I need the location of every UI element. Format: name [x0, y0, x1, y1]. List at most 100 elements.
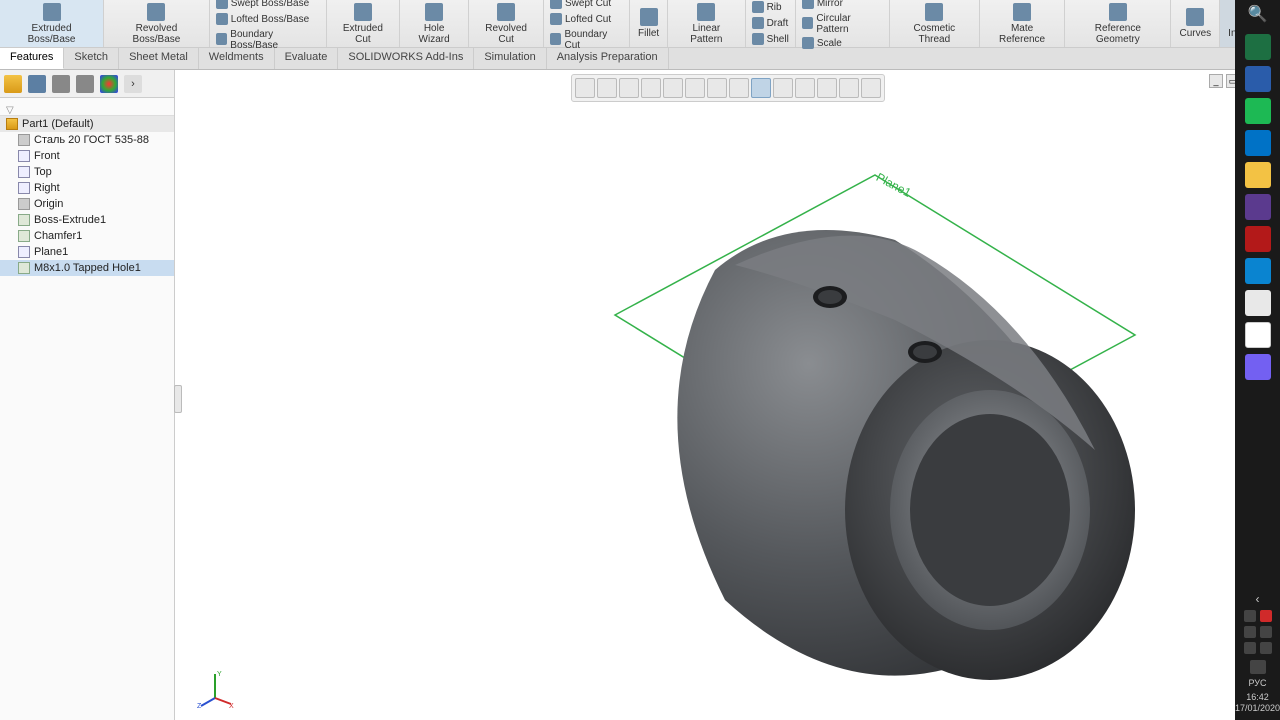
sidebar-splitter[interactable]	[174, 385, 182, 413]
cut-small-group: Swept Cut Lofted Cut Boundary Cut	[544, 0, 630, 47]
view-misc3-button[interactable]	[861, 78, 881, 98]
lofted-cut-button[interactable]: Lofted Cut	[548, 12, 625, 28]
spotify-app-icon[interactable]	[1245, 98, 1271, 124]
tray-network-icon[interactable]	[1244, 626, 1256, 638]
configuration-manager-tab-icon[interactable]	[52, 75, 70, 93]
zoom-area-button[interactable]	[619, 78, 639, 98]
extruded-cut-button[interactable]: Extruded Cut	[327, 0, 400, 47]
file-explorer-app-icon[interactable]	[1245, 162, 1271, 188]
tab-weldments[interactable]: Weldments	[199, 48, 275, 69]
cosmetic-thread-button[interactable]: Cosmetic Thread	[890, 0, 980, 47]
circular-pattern-button[interactable]: Circular Pattern	[800, 12, 885, 36]
system-tray: ‹ РУС 16:42 17/01/2020	[1235, 592, 1280, 720]
tray-onedrive-icon[interactable]	[1260, 642, 1272, 654]
chrome-app-icon[interactable]	[1245, 322, 1271, 348]
tree-item-boss-extrude[interactable]: Boss-Extrude1	[0, 212, 174, 228]
tree-item-label: Chamfer1	[34, 230, 82, 242]
shell-button[interactable]: Shell	[750, 32, 791, 48]
tab-sheet-metal[interactable]: Sheet Metal	[119, 48, 199, 69]
rib-button[interactable]: Rib	[750, 0, 791, 16]
doc-min-button[interactable]: _	[1209, 74, 1223, 88]
tree-item-label: Right	[34, 182, 60, 194]
tree-item-top[interactable]: Top	[0, 164, 174, 180]
mate-reference-button[interactable]: Mate Reference	[980, 0, 1065, 47]
taskbar-clock[interactable]: 16:42 17/01/2020	[1235, 692, 1280, 714]
opera-app-icon[interactable]	[1245, 290, 1271, 316]
tree-item-tapped-hole[interactable]: M8x1.0 Tapped Hole1	[0, 260, 174, 276]
lofted-boss-button[interactable]: Lofted Boss/Base	[214, 12, 322, 28]
previous-view-button[interactable]	[641, 78, 661, 98]
tree-item-right[interactable]: Right	[0, 180, 174, 196]
tree-item-front[interactable]: Front	[0, 148, 174, 164]
ribbon: Extruded Boss/Base Revolved Boss/Base Sw…	[0, 0, 1280, 48]
photos-app-icon[interactable]	[1245, 194, 1271, 220]
solidworks-app-icon[interactable]	[1245, 226, 1271, 252]
input-language[interactable]: РУС	[1248, 678, 1266, 688]
viber-app-icon[interactable]	[1245, 354, 1271, 380]
feature-tree-tab-icon[interactable]	[4, 75, 22, 93]
feature-manager-tabs: ›	[0, 70, 174, 98]
fillet-button[interactable]: Fillet	[630, 0, 668, 47]
calendar-app-icon[interactable]	[1245, 66, 1271, 92]
tray-action-center-icon[interactable]	[1250, 660, 1266, 674]
heads-up-view-toolbar	[571, 74, 885, 102]
hide-show-button[interactable]	[707, 78, 727, 98]
tab-analysis-prep[interactable]: Analysis Preparation	[547, 48, 669, 69]
zoom-fit-button[interactable]	[597, 78, 617, 98]
circular-pattern-icon	[802, 17, 814, 29]
swept-boss-button[interactable]: Swept Boss/Base	[214, 0, 322, 12]
extruded-boss-button[interactable]: Extruded Boss/Base	[0, 0, 104, 47]
search-icon[interactable]: 🔍	[1246, 4, 1270, 28]
swept-cut-button[interactable]: Swept Cut	[548, 0, 625, 12]
display-manager-tab-icon[interactable]	[100, 75, 118, 93]
reference-geometry-button[interactable]: Reference Geometry	[1065, 0, 1171, 47]
tree-filter[interactable]: ▽	[0, 98, 174, 116]
dimxpert-tab-icon[interactable]	[76, 75, 94, 93]
tab-evaluate[interactable]: Evaluate	[275, 48, 339, 69]
extruded-boss-icon	[43, 3, 61, 21]
curves-button[interactable]: Curves	[1171, 0, 1220, 47]
hole-wizard-button[interactable]: Hole Wizard	[400, 0, 469, 47]
tray-icon[interactable]	[1244, 610, 1256, 622]
excel-app-icon[interactable]	[1245, 34, 1271, 60]
tree-item-chamfer[interactable]: Chamfer1	[0, 228, 174, 244]
tree-root[interactable]: Part1 (Default)	[0, 116, 174, 132]
scale-button[interactable]: Scale	[800, 36, 885, 52]
view-misc-button[interactable]	[817, 78, 837, 98]
outlook-app-icon[interactable]	[1245, 130, 1271, 156]
tree-item-origin[interactable]: Origin	[0, 196, 174, 212]
edge-app-icon[interactable]	[1245, 258, 1271, 284]
plane-icon	[18, 246, 30, 258]
view-orientation-button[interactable]	[575, 78, 595, 98]
view-cube-button[interactable]	[795, 78, 815, 98]
tree-item-label: Сталь 20 ГОСТ 535-88	[34, 134, 149, 146]
tree-item-material[interactable]: Сталь 20 ГОСТ 535-88	[0, 132, 174, 148]
tab-simulation[interactable]: Simulation	[474, 48, 546, 69]
section-view-button[interactable]	[663, 78, 683, 98]
tray-chevron-icon[interactable]: ‹	[1256, 592, 1260, 606]
tab-sketch[interactable]: Sketch	[64, 48, 119, 69]
view-settings-button[interactable]	[773, 78, 793, 98]
graphics-viewport[interactable]: _ ▭ □ ×	[175, 70, 1280, 720]
revolved-cut-button[interactable]: Revolved Cut	[469, 0, 544, 47]
view-misc2-button[interactable]	[839, 78, 859, 98]
tray-record-icon[interactable]	[1260, 610, 1272, 622]
coordinate-triad[interactable]: Y Z X	[195, 668, 235, 708]
display-style-button[interactable]	[685, 78, 705, 98]
draft-button[interactable]: Draft	[750, 16, 791, 32]
tree-item-plane1[interactable]: Plane1	[0, 244, 174, 260]
revolved-boss-icon	[147, 3, 165, 21]
edit-appearance-button[interactable]	[729, 78, 749, 98]
tab-addins[interactable]: SOLIDWORKS Add-Ins	[338, 48, 474, 69]
revolved-boss-button[interactable]: Revolved Boss/Base	[104, 0, 210, 47]
apply-scene-button[interactable]	[751, 78, 771, 98]
tray-volume-icon[interactable]	[1244, 642, 1256, 654]
panel-expand-icon[interactable]: ›	[124, 75, 142, 93]
property-manager-tab-icon[interactable]	[28, 75, 46, 93]
linear-pattern-button[interactable]: Linear Pattern	[668, 0, 745, 47]
tray-wifi-icon[interactable]	[1260, 626, 1272, 638]
mirror-button[interactable]: Mirror	[800, 0, 885, 12]
tree-item-label: Origin	[34, 198, 63, 210]
tab-features[interactable]: Features	[0, 48, 64, 69]
svg-text:Z: Z	[197, 703, 202, 708]
